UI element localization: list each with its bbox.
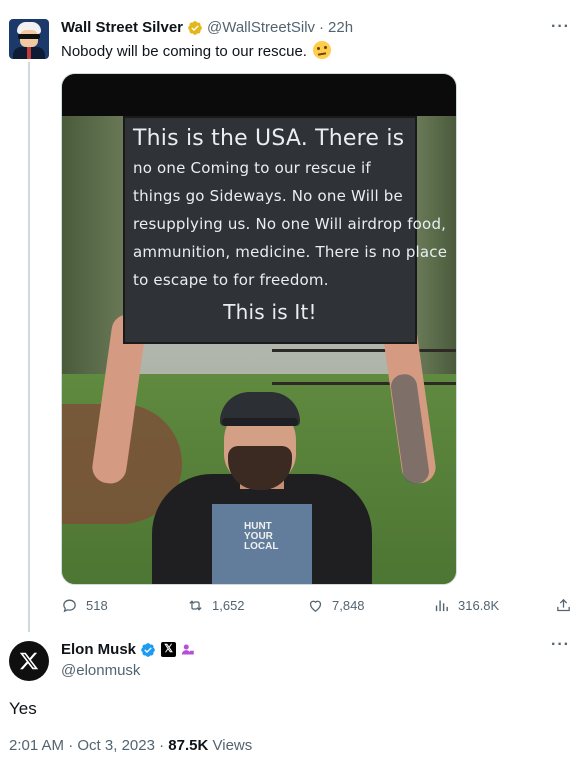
tweet-photo[interactable]: This is the USA. There is no one Coming …: [61, 73, 457, 585]
reply-button[interactable]: 518: [61, 597, 108, 614]
sign-line: to escape to for freedom.: [133, 271, 329, 289]
more-options-icon[interactable]: ···: [551, 18, 570, 36]
bar-chart-icon: [435, 600, 448, 612]
raised-eyebrow-emoji-icon: [312, 41, 331, 59]
shirt-text-line: LOCAL: [244, 541, 279, 552]
views-button[interactable]: 316.8K: [433, 597, 499, 614]
shirt-text: HUNT YOUR LOCAL: [244, 522, 278, 552]
share-icon: [557, 598, 570, 612]
author-handle[interactable]: @elonmusk: [61, 662, 140, 679]
author-name[interactable]: Wall Street Silver: [61, 19, 183, 36]
views-count[interactable]: 87.5K: [168, 737, 208, 754]
chalkboard-sign: This is the USA. There is no one Coming …: [123, 116, 448, 344]
sign-line: This is the USA. There is: [133, 126, 405, 151]
views-label: Views: [212, 737, 253, 754]
like-count: 7,848: [332, 598, 365, 613]
sign-line: no one Coming to our rescue if: [133, 159, 371, 177]
repost-icon: [189, 600, 202, 611]
tweet-action-bar: 518 1,652 7,848 316.8K: [61, 597, 577, 617]
photo-top-black-band: [62, 74, 456, 116]
quoted-tweet-header: Wall Street Silver @WallStreetSilv · 22h: [61, 19, 353, 36]
reply-count: 518: [86, 598, 108, 613]
affiliate-person-icon: [181, 644, 194, 655]
thread-connector-line: [28, 62, 30, 632]
author-name[interactable]: Elon Musk: [61, 641, 136, 658]
more-options-icon[interactable]: ···: [551, 636, 570, 654]
quoted-tweet-body: Nobody will be coming to our rescue.: [61, 43, 307, 60]
wall-street-silver-avatar[interactable]: [9, 19, 49, 59]
main-tweet-header: Elon Musk 𝕏: [61, 641, 195, 658]
sign-line: resupplying us. No one Will airdrop food…: [133, 215, 447, 233]
tweet-time[interactable]: 2:01 AM: [9, 737, 64, 754]
cap-brim: [222, 418, 298, 426]
reply-icon: [63, 599, 76, 613]
verified-gold-badge-icon: [188, 20, 202, 35]
sign-line: things go Sideways. No one Will be: [133, 187, 403, 205]
quoted-tweet-text: Nobody will be coming to our rescue.: [61, 41, 331, 60]
heart-icon: [309, 600, 322, 612]
sign-line: This is It!: [223, 300, 317, 324]
fence: [272, 349, 456, 385]
main-tweet-text: Yes: [9, 699, 37, 718]
tweet-date[interactable]: Oct 3, 2023: [77, 737, 155, 754]
verified-blue-badge-icon: [141, 642, 155, 657]
views-count: 316.8K: [458, 598, 500, 613]
dot-separator: ·: [319, 19, 325, 36]
meta-separator: ·: [68, 737, 74, 754]
repost-count: 1,652: [212, 598, 245, 613]
repost-button[interactable]: 1,652: [187, 597, 245, 614]
time-ago[interactable]: 22h: [328, 19, 353, 36]
like-button[interactable]: 7,848: [307, 597, 365, 614]
x-logo-icon: [19, 652, 39, 670]
meta-separator: ·: [159, 737, 165, 754]
x-affiliate-badge-icon[interactable]: 𝕏: [161, 642, 177, 657]
tweet-metadata: 2:01 AM · Oct 3, 2023 · 87.5K Views: [9, 737, 252, 754]
elon-musk-avatar[interactable]: [9, 641, 49, 681]
sign-line: ammunition, medicine. There is no place: [133, 243, 448, 261]
author-handle[interactable]: @WallStreetSilv: [207, 19, 315, 36]
share-button[interactable]: [555, 597, 580, 614]
